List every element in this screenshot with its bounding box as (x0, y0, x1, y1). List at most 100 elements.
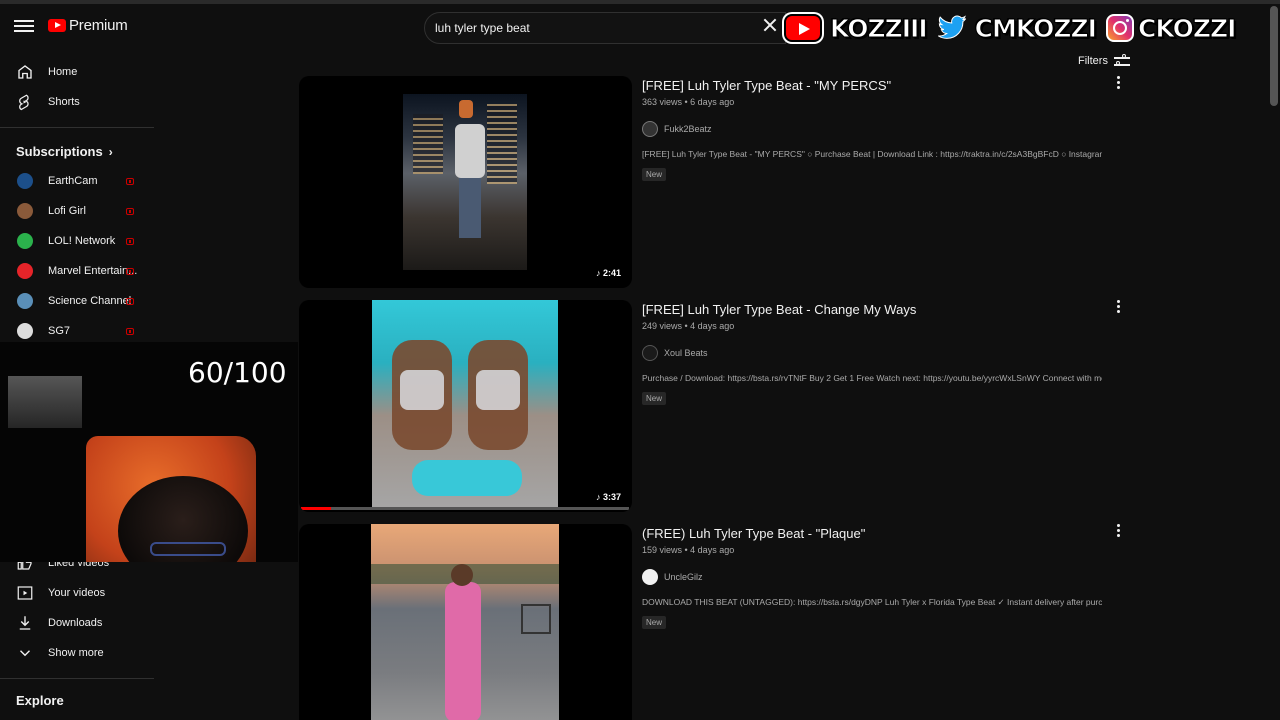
sidebar-item-shorts[interactable]: Shorts (0, 87, 154, 117)
video-description: [FREE] Luh Tyler Type Beat - "MY PERCS" … (642, 149, 1102, 159)
youtube-premium-logo[interactable]: Premium (48, 17, 128, 34)
youtube-logo-icon (48, 19, 66, 32)
video-duration: ♪ 3:37 (592, 490, 624, 504)
channel-avatar (17, 293, 33, 309)
video-title[interactable]: [FREE] Luh Tyler Type Beat - "MY PERCS" (642, 78, 891, 93)
twitter-icon (937, 15, 966, 39)
live-indicator-icon (126, 177, 134, 185)
sidebar-item-label: LOL! Network (48, 235, 116, 247)
menu-icon[interactable] (14, 17, 34, 37)
sidebar-subscription-item[interactable]: Lofi Girl (0, 196, 154, 226)
video-description: Purchase / Download: https://bsta.rs/rvT… (642, 373, 1102, 383)
twitter-handle: CMKOZZI (974, 13, 1097, 43)
brand-label: Premium (69, 17, 128, 34)
download-icon (19, 616, 31, 630)
live-indicator-icon (126, 267, 134, 275)
live-indicator-icon (126, 237, 134, 245)
live-indicator-icon (126, 207, 134, 215)
sidebar-item-home[interactable]: Home (0, 57, 154, 87)
video-title[interactable]: (FREE) Luh Tyler Type Beat - "Plaque" (642, 526, 865, 541)
youtube-icon (784, 14, 822, 42)
subscriptions-header[interactable]: Subscriptions › (16, 144, 113, 159)
thumbnail-image (371, 524, 559, 720)
watch-progress-fill (301, 507, 331, 510)
more-options-icon[interactable] (1117, 524, 1121, 538)
thumbnail-image (403, 94, 527, 270)
search-query[interactable]: luh tyler type beat (435, 21, 530, 35)
live-indicator-icon (126, 327, 134, 335)
filter-sliders-icon (1113, 54, 1130, 68)
youtube-handle: KOZZIII (830, 13, 929, 43)
filters-label: Filters (1078, 55, 1108, 67)
rating-score: 60/100 (188, 356, 287, 389)
page-scrollbar[interactable] (1270, 6, 1278, 106)
channel-avatar (642, 345, 658, 361)
channel-avatar (642, 569, 658, 585)
channel-avatar (17, 263, 33, 279)
channel-link[interactable]: Fukk2Beatz (642, 121, 712, 137)
video-thumbnail[interactable]: ♪ 3:37 (299, 300, 632, 512)
channel-link[interactable]: UncleGilz (642, 569, 703, 585)
more-options-icon[interactable] (1117, 300, 1121, 314)
sidebar-subscription-item[interactable]: Science Channel (0, 286, 154, 316)
sidebar-item-label: Science Channel (48, 295, 132, 307)
video-stats: 249 views • 4 days ago (642, 321, 735, 331)
channel-name: Xoul Beats (664, 348, 708, 358)
webcam-background-monitor (8, 376, 82, 428)
webcam-glasses (150, 542, 226, 556)
sidebar-subscription-item[interactable]: EarthCam (0, 166, 154, 196)
video-description: DOWNLOAD THIS BEAT (UNTAGGED): https://b… (642, 597, 1102, 607)
youtube-page: Premium luh tyler type beat KOZZIII CMKO… (0, 0, 1280, 720)
thumbnail-image (372, 300, 558, 510)
sidebar-item-label: Shorts (48, 96, 80, 108)
new-badge: New (642, 168, 667, 181)
filters-button[interactable]: Filters (1078, 54, 1130, 68)
video-stats: 363 views • 6 days ago (642, 97, 735, 107)
explore-title: Explore (16, 693, 64, 708)
watch-progress-bar (301, 507, 629, 510)
shorts-icon (19, 94, 29, 111)
channel-avatar (17, 203, 33, 219)
video-stats: 159 views • 4 days ago (642, 545, 735, 555)
video-thumbnail[interactable]: ♪ 2:41 (299, 76, 632, 288)
webcam-overlay: 60/100 (0, 342, 298, 562)
sidebar-item-label: Marvel Entertain... (48, 265, 138, 277)
sidebar-divider (0, 127, 154, 128)
video-thumbnail[interactable] (299, 524, 632, 720)
clear-search-icon[interactable] (762, 17, 778, 33)
chevron-right-icon: › (108, 145, 113, 159)
video-title[interactable]: [FREE] Luh Tyler Type Beat - Change My W… (642, 302, 916, 317)
sidebar-subscription-item[interactable]: Marvel Entertain... (0, 256, 154, 286)
channel-avatar (642, 121, 658, 137)
channel-avatar (17, 173, 33, 189)
sidebar-item-show-more[interactable]: Show more (0, 638, 154, 668)
sidebar-subscription-item[interactable]: LOL! Network (0, 226, 154, 256)
channel-name: Fukk2Beatz (664, 124, 712, 134)
subscriptions-title: Subscriptions (16, 144, 103, 159)
sidebar-item-your-videos[interactable]: Your videos (0, 578, 154, 608)
sidebar-divider (0, 678, 154, 679)
streamer-social-overlay: KOZZIII CMKOZZI CKOZZI (784, 8, 1237, 48)
channel-link[interactable]: Xoul Beats (642, 345, 708, 361)
instagram-icon (1105, 14, 1134, 42)
sidebar-item-label: Downloads (48, 617, 103, 629)
sidebar-item-label: Show more (48, 647, 104, 659)
instagram-handle: CKOZZI (1137, 13, 1236, 43)
new-badge: New (642, 392, 667, 405)
video-duration: ♪ 2:41 (592, 266, 624, 280)
sidebar-item-label: Home (48, 66, 78, 78)
sidebar-item-downloads[interactable]: Downloads (0, 608, 154, 638)
channel-avatar (17, 323, 33, 339)
sidebar-item-label: SG7 (48, 325, 71, 337)
sidebar-item-label: EarthCam (48, 175, 98, 187)
top-border (0, 0, 1280, 4)
top-bar: Premium luh tyler type beat KOZZIII CMKO… (0, 0, 1280, 56)
home-icon (18, 65, 32, 79)
channel-name: UncleGilz (664, 572, 703, 582)
sidebar-item-label: Your videos (48, 587, 106, 599)
more-options-icon[interactable] (1117, 76, 1121, 90)
chevron-down-icon (20, 650, 30, 657)
sidebar-item-label: Lofi Girl (48, 205, 86, 217)
channel-avatar (17, 233, 33, 249)
search-input[interactable]: luh tyler type beat (424, 12, 786, 44)
